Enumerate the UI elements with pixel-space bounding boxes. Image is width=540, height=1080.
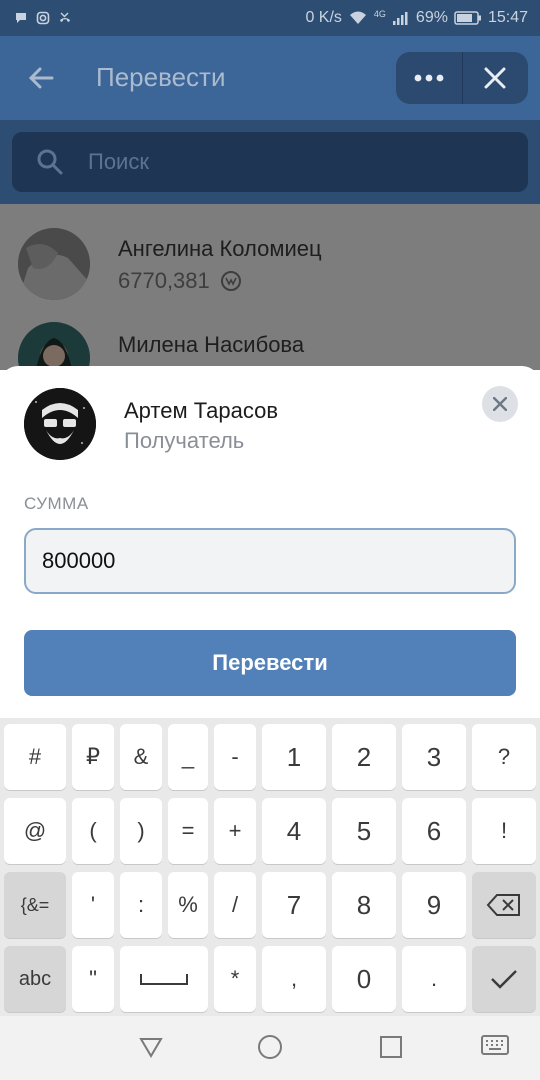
contact-name: Милена Насибова	[118, 332, 305, 357]
network-type: 4G	[373, 9, 386, 19]
amount-input[interactable]: 800000	[24, 528, 516, 594]
system-nav-bar	[0, 1016, 540, 1080]
key-colon[interactable]: :	[120, 872, 162, 938]
key-1[interactable]: 1	[262, 724, 326, 790]
key-2[interactable]: 2	[332, 724, 396, 790]
home-circle-icon[interactable]	[257, 1034, 283, 1060]
list-item[interactable]: Ангелина Коломиец 6770,381	[0, 204, 540, 300]
balance-value: 6770,381	[118, 268, 210, 293]
vk-coin-icon	[220, 271, 241, 291]
contact-balance: 6770,381	[118, 268, 242, 294]
space-icon	[140, 974, 188, 985]
key-apostrophe[interactable]: '	[72, 872, 114, 938]
backspace-icon	[486, 894, 520, 916]
recents-square-icon[interactable]	[378, 1034, 404, 1060]
key-underscore[interactable]: _	[168, 724, 208, 790]
close-icon	[484, 67, 506, 89]
contact-name: Ангелина Коломиец	[118, 236, 322, 261]
keyboard: # ₽ & _ - 1 2 3 ? @ ( ) = + 4 5 6 ! {&= …	[0, 718, 540, 1016]
key-exclamation[interactable]: !	[472, 798, 536, 864]
key-paren-close[interactable]: )	[120, 798, 162, 864]
key-5[interactable]: 5	[332, 798, 396, 864]
instagram-icon	[36, 11, 50, 25]
key-comma[interactable]: ,	[262, 946, 326, 1012]
battery-icon	[454, 11, 481, 25]
search-area: Поиск	[0, 120, 540, 204]
key-hash[interactable]: #	[4, 724, 66, 790]
close-icon	[493, 397, 507, 411]
send-transfer-button[interactable]: Перевести	[24, 630, 516, 696]
more-button[interactable]	[396, 52, 462, 104]
avatar	[18, 228, 90, 300]
clock: 15:47	[487, 9, 528, 26]
key-4[interactable]: 4	[262, 798, 326, 864]
key-quote[interactable]: "	[72, 946, 114, 1012]
key-8[interactable]: 8	[332, 872, 396, 938]
key-3[interactable]: 3	[402, 724, 466, 790]
signal-icon	[392, 12, 408, 25]
key-period[interactable]: .	[402, 946, 466, 1012]
net-speed: 0 K/s	[305, 9, 342, 26]
contact-list: Ангелина Коломиец 6770,381 Милена Насибо…	[0, 204, 540, 394]
back-button[interactable]	[24, 60, 60, 96]
key-asterisk[interactable]: *	[214, 946, 256, 1012]
chat-icon	[16, 13, 26, 23]
close-sheet-button[interactable]	[482, 386, 518, 422]
key-9[interactable]: 9	[402, 872, 466, 938]
missed-call-icon	[60, 12, 70, 22]
transfer-sheet: Артем Тарасов Получатель СУММА 800000 Пе…	[0, 366, 540, 718]
key-7[interactable]: 7	[262, 872, 326, 938]
recipient-name: Артем Тарасов	[124, 398, 279, 423]
recipient-role: Получатель	[124, 428, 245, 453]
key-ruble[interactable]: ₽	[72, 724, 114, 790]
key-plus[interactable]: +	[214, 798, 256, 864]
wifi-icon	[349, 11, 366, 24]
key-slash[interactable]: /	[214, 872, 256, 938]
key-6[interactable]: 6	[402, 798, 466, 864]
key-symbols-toggle[interactable]: {&=	[4, 872, 66, 938]
key-percent[interactable]: %	[168, 872, 208, 938]
recipient-avatar	[24, 388, 96, 460]
amount-label: СУММА	[24, 494, 89, 513]
search-icon	[37, 149, 63, 175]
checkmark-icon	[491, 970, 517, 989]
key-question[interactable]: ?	[472, 724, 536, 790]
more-dots-icon	[414, 74, 444, 82]
key-space[interactable]	[120, 946, 208, 1012]
key-enter[interactable]	[472, 946, 536, 1012]
key-at[interactable]: @	[4, 798, 66, 864]
key-ampersand[interactable]: &	[120, 724, 162, 790]
key-0[interactable]: 0	[332, 946, 396, 1012]
key-minus[interactable]: -	[214, 724, 256, 790]
close-app-button[interactable]	[463, 52, 529, 104]
search-placeholder: Поиск	[88, 149, 149, 174]
arrow-left-icon	[28, 67, 54, 89]
back-triangle-icon[interactable]	[138, 1034, 164, 1060]
status-bar: 0 K/s 4G 69% 15:47	[0, 0, 540, 36]
key-backspace[interactable]	[472, 872, 536, 938]
search-input[interactable]: Поиск	[12, 132, 528, 192]
battery-percent: 69%	[415, 9, 448, 26]
key-equals[interactable]: =	[168, 798, 208, 864]
page-title: Перевести	[96, 62, 226, 92]
key-paren-open[interactable]: (	[72, 798, 114, 864]
header-actions	[396, 52, 528, 104]
key-abc[interactable]: abc	[4, 946, 66, 1012]
keyboard-toggle-icon[interactable]	[480, 1034, 510, 1058]
app-header: Перевести	[0, 36, 540, 120]
